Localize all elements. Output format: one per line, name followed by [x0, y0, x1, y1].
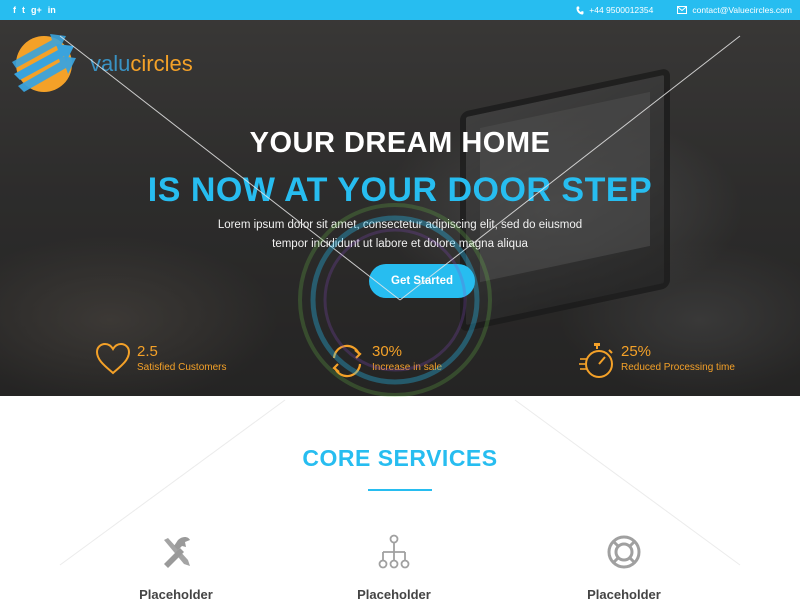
- google-plus-icon[interactable]: g+: [31, 5, 42, 15]
- network-icon: [314, 534, 474, 570]
- logo-wordmark: valucircles: [90, 51, 193, 76]
- stat-value: 25%: [621, 343, 652, 360]
- stopwatch-icon: [579, 342, 615, 382]
- hero-headline: YOUR DREAM HOME: [249, 127, 551, 159]
- social-links: f t g+ in: [13, 5, 56, 15]
- lifebuoy-icon: [544, 534, 704, 570]
- refresh-icon: [328, 342, 366, 380]
- stat-value: 30%: [372, 343, 403, 360]
- top-bar: f t g+ in +44 9500012354 contact@Valueci…: [0, 0, 800, 20]
- stat-increase-in-sale: 30% Increase in sale: [328, 342, 442, 380]
- service-card[interactable]: Placeholder: [96, 534, 256, 602]
- contact-info: +44 9500012354 contact@Valuecircles.com: [576, 5, 792, 15]
- tools-icon: [96, 534, 256, 570]
- linkedin-icon[interactable]: in: [48, 5, 56, 15]
- hero-subheadline: IS NOW AT YOUR DOOR STEP: [147, 171, 653, 209]
- stat-value: 2.5: [137, 343, 158, 360]
- section-title: CORE SERVICES: [302, 445, 498, 471]
- stat-label: Satisfied Customers: [137, 362, 227, 373]
- stat-label: Reduced Processing time: [621, 362, 735, 373]
- title-divider: [368, 489, 432, 491]
- heart-icon: [95, 342, 131, 376]
- facebook-icon[interactable]: f: [13, 5, 16, 15]
- logo-mark-icon: [12, 34, 78, 94]
- mail-icon: [677, 6, 688, 14]
- stat-satisfied-customers: 2.5 Satisfied Customers: [95, 342, 226, 376]
- service-card[interactable]: Placeholder: [314, 534, 474, 602]
- stat-label: Increase in sale: [372, 362, 443, 373]
- service-card[interactable]: Placeholder: [544, 534, 704, 602]
- phone-icon: [576, 6, 584, 15]
- phone-number[interactable]: +44 9500012354: [589, 5, 653, 15]
- get-started-button[interactable]: Get Started: [369, 264, 475, 298]
- brand-logo[interactable]: valucircles: [12, 34, 193, 94]
- email-link[interactable]: contact@Valuecircles.com: [692, 5, 792, 15]
- hero-section: valucircles YOUR DREAM HOME IS NOW AT YO…: [0, 20, 800, 396]
- hero-description: Lorem ipsum dolor sit amet, consectetur …: [217, 219, 583, 250]
- twitter-icon[interactable]: t: [22, 5, 25, 15]
- stat-reduced-processing-time: 25% Reduced Processing time: [579, 342, 735, 382]
